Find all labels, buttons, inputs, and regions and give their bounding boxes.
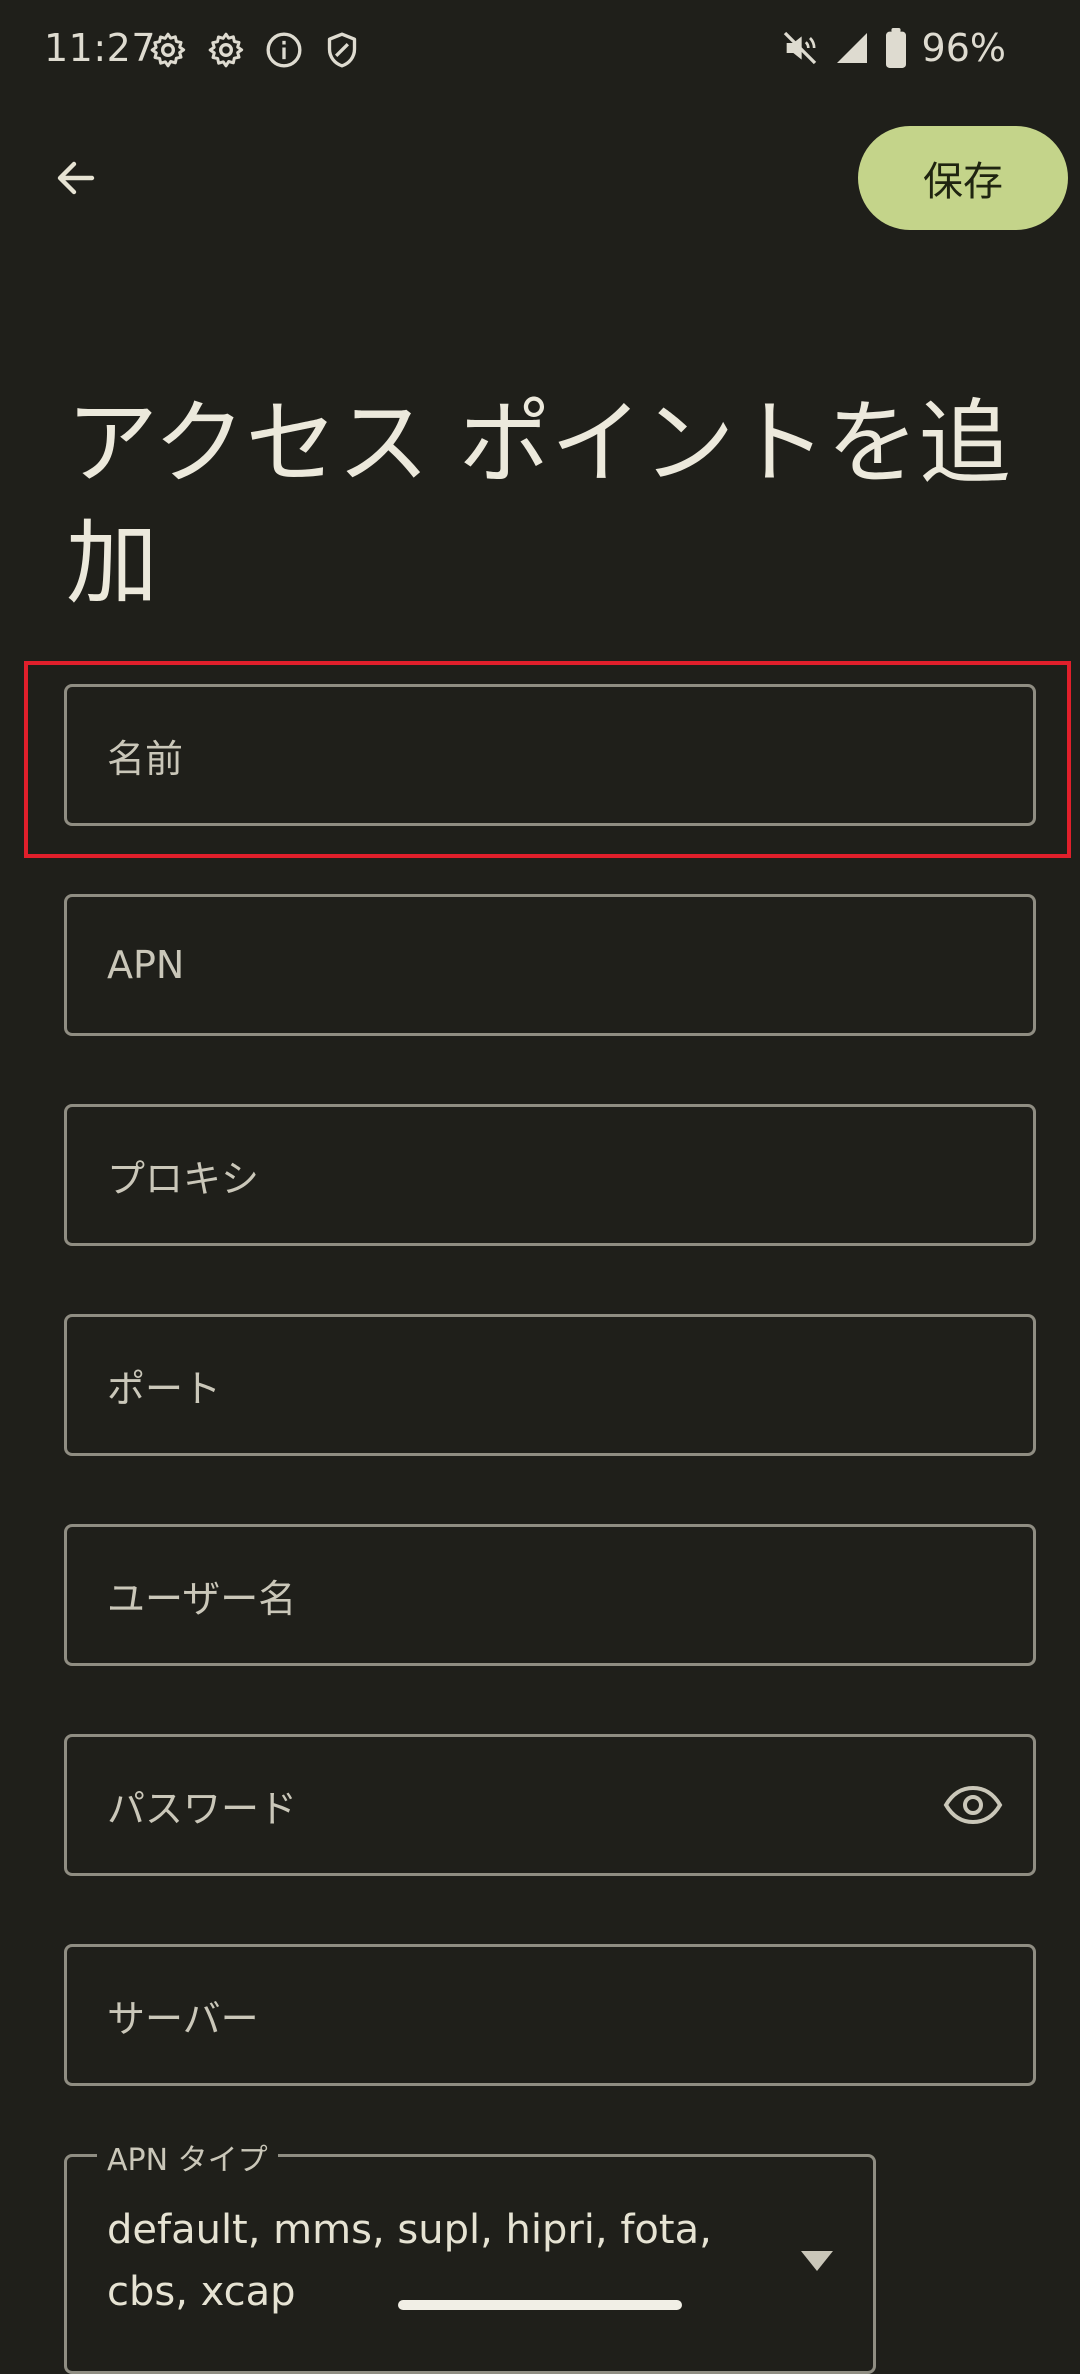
info-icon [266, 32, 302, 68]
server-field[interactable]: サーバー [64, 1944, 1036, 2086]
proxy-field[interactable]: プロキシ [64, 1104, 1036, 1246]
status-left-icons [148, 30, 362, 70]
apn-field[interactable]: APN [64, 894, 1036, 1036]
name-field[interactable]: 名前 [64, 684, 1036, 826]
status-time: 11:27 [44, 26, 157, 70]
eye-icon [943, 1785, 1003, 1825]
back-button[interactable] [36, 138, 116, 218]
arrow-left-icon [57, 161, 95, 195]
port-field-label: ポート [107, 1366, 222, 1411]
username-field[interactable]: ユーザー名 [64, 1524, 1036, 1666]
battery-icon [885, 28, 906, 68]
apn-type-dropdown[interactable]: APN タイプ default, mms, supl, hipri, fota,… [64, 2135, 876, 2374]
mute-icon [783, 31, 816, 65]
server-field-label: サーバー [107, 1996, 259, 2041]
signal-icon [836, 33, 867, 63]
dropdown-arrow-icon [801, 2251, 833, 2271]
port-field[interactable]: ポート [64, 1314, 1036, 1456]
gear-icon [208, 32, 244, 68]
save-button[interactable]: 保存 [858, 126, 1068, 230]
battery-percent: 96% [921, 26, 1006, 70]
apn-type-label: APN タイプ [97, 2135, 278, 2179]
name-field-label: 名前 [107, 736, 184, 781]
proxy-field-label: プロキシ [107, 1156, 260, 1201]
username-field-label: ユーザー名 [107, 1576, 297, 1621]
gear-icon [150, 32, 186, 68]
shield-icon [327, 32, 357, 68]
status-bar: 11:27 96% [0, 0, 1080, 104]
page-title: アクセス ポイントを追加 [66, 390, 1011, 617]
password-field-label: パスワード [107, 1786, 298, 1831]
password-field[interactable]: パスワード [64, 1734, 1036, 1876]
status-right-icons: 96% [780, 26, 1006, 70]
gesture-nav-handle[interactable] [398, 2300, 682, 2310]
show-password-toggle[interactable] [941, 1773, 1005, 1837]
apn-field-label: APN [107, 943, 185, 987]
